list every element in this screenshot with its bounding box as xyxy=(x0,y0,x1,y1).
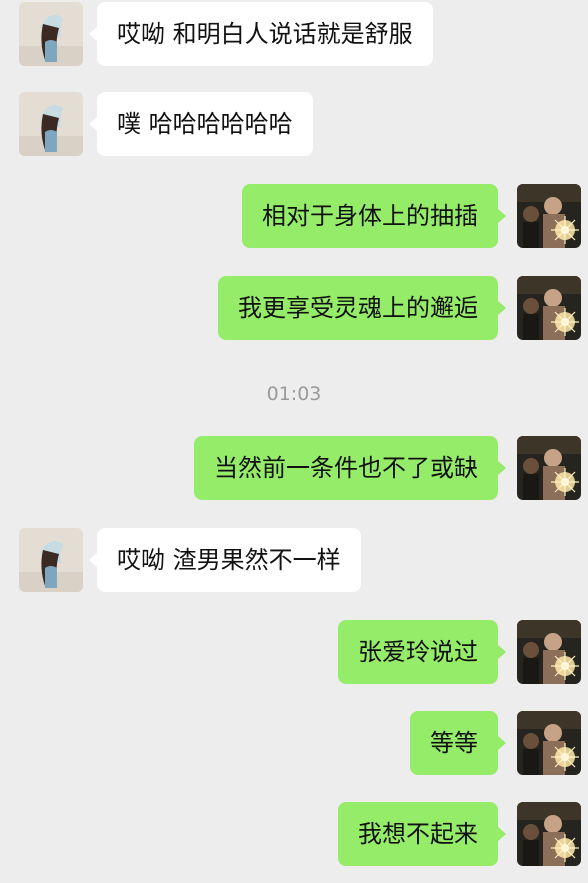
self-avatar[interactable] xyxy=(517,184,581,248)
contact-avatar[interactable] xyxy=(19,92,83,156)
message-row-outgoing: 相对于身体上的抽插 xyxy=(0,184,588,248)
message-row-incoming: 哎呦 和明白人说话就是舒服 xyxy=(0,2,588,66)
message-bubble[interactable]: 哎呦 渣男果然不一样 xyxy=(89,528,361,592)
message-row-incoming: 哎呦 渣男果然不一样 xyxy=(0,528,588,592)
message-row-outgoing: 等等 xyxy=(0,711,588,775)
chat-area: 哎呦 和明白人说话就是舒服 噗 哈哈哈哈哈哈 相对于身体上的抽插 我更享受灵魂上… xyxy=(0,0,588,883)
message-row-outgoing: 张爱玲说过 xyxy=(0,620,588,684)
message-bubble[interactable]: 我更享受灵魂上的邂逅 xyxy=(218,276,506,340)
self-avatar[interactable] xyxy=(517,620,581,684)
message-bubble[interactable]: 哎呦 和明白人说话就是舒服 xyxy=(89,2,433,66)
contact-avatar[interactable] xyxy=(19,2,83,66)
message-row-outgoing: 我更享受灵魂上的邂逅 xyxy=(0,276,588,340)
message-row-outgoing: 我想不起来 xyxy=(0,802,588,866)
message-bubble[interactable]: 当然前一条件也不了或缺 xyxy=(194,436,506,500)
message-bubble[interactable]: 等等 xyxy=(410,711,506,775)
message-bubble[interactable]: 我想不起来 xyxy=(338,802,506,866)
contact-avatar[interactable] xyxy=(19,528,83,592)
message-row-incoming: 噗 哈哈哈哈哈哈 xyxy=(0,92,588,156)
message-row-outgoing: 当然前一条件也不了或缺 xyxy=(0,436,588,500)
self-avatar[interactable] xyxy=(517,711,581,775)
message-bubble[interactable]: 相对于身体上的抽插 xyxy=(242,184,506,248)
message-timestamp: 01:03 xyxy=(266,383,322,405)
self-avatar[interactable] xyxy=(517,436,581,500)
message-bubble[interactable]: 张爱玲说过 xyxy=(338,620,506,684)
self-avatar[interactable] xyxy=(517,802,581,866)
self-avatar[interactable] xyxy=(517,276,581,340)
message-bubble[interactable]: 噗 哈哈哈哈哈哈 xyxy=(89,92,313,156)
